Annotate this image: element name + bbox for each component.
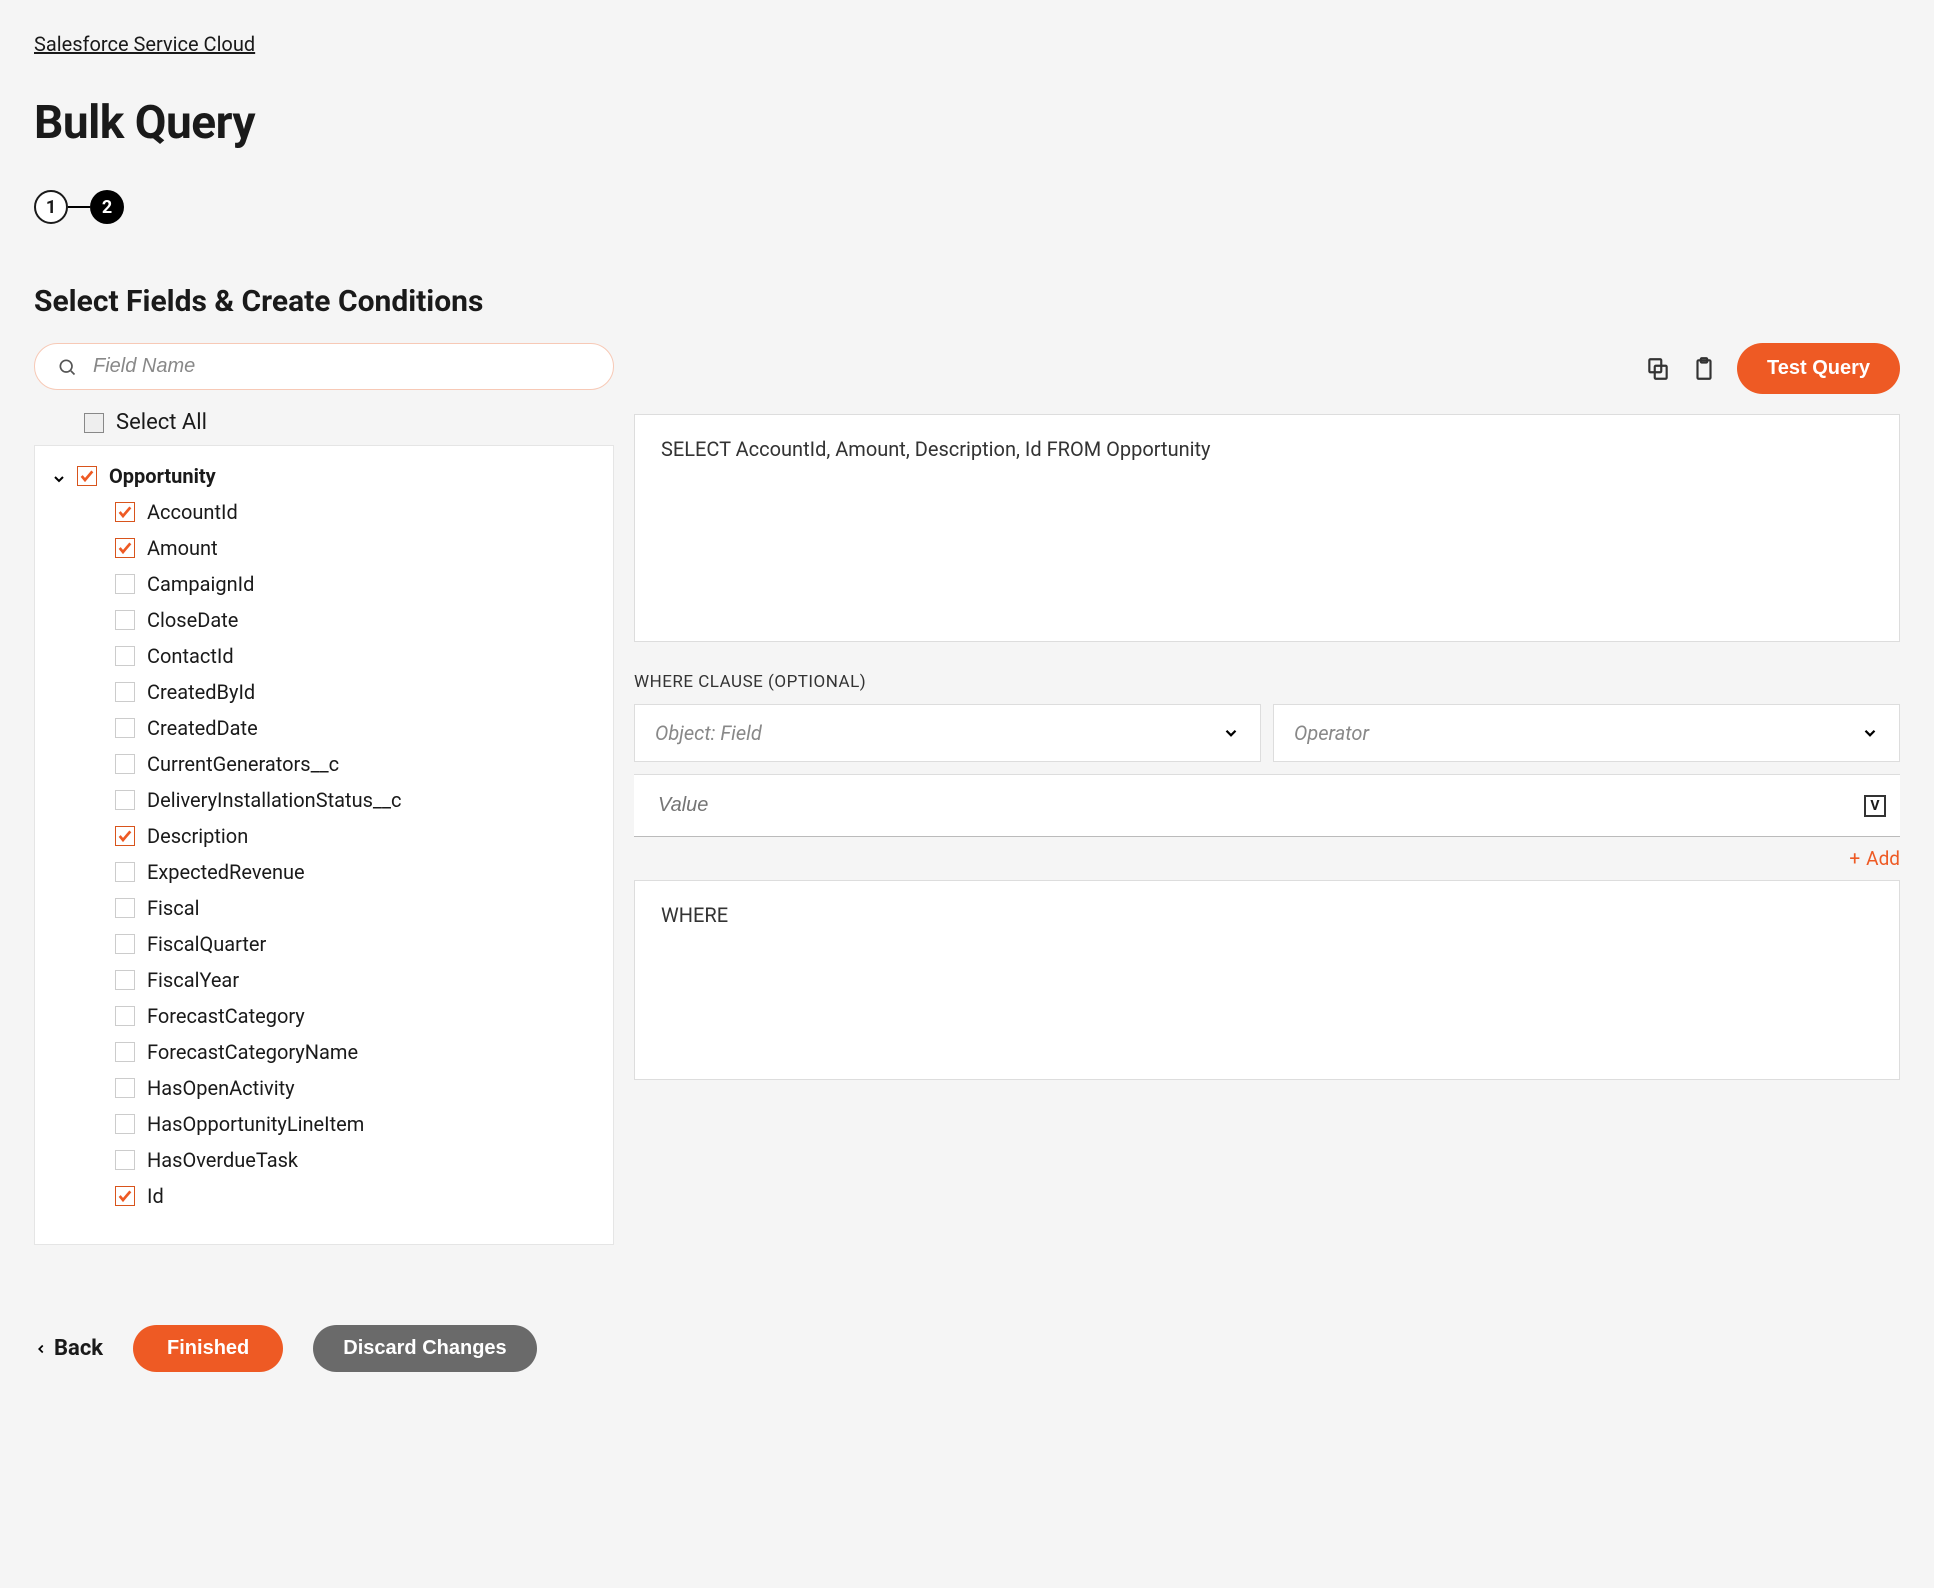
tree-item: ForecastCategory bbox=[115, 998, 597, 1034]
field-checkbox[interactable] bbox=[115, 1042, 135, 1062]
search-input[interactable] bbox=[91, 354, 591, 379]
step-2[interactable]: 2 bbox=[90, 190, 124, 224]
tree-item: CloseDate bbox=[115, 602, 597, 638]
field-checkbox[interactable] bbox=[115, 970, 135, 990]
field-label: CloseDate bbox=[147, 602, 238, 638]
field-checkbox[interactable] bbox=[115, 862, 135, 882]
field-checkbox[interactable] bbox=[115, 610, 135, 630]
select-all-label: Select All bbox=[116, 410, 207, 435]
field-checkbox[interactable] bbox=[115, 898, 135, 918]
value-input[interactable] bbox=[656, 793, 1864, 818]
where-clause-label: WHERE CLAUSE (OPTIONAL) bbox=[634, 672, 1900, 692]
field-label: Description bbox=[147, 818, 248, 854]
tree-item: ContactId bbox=[115, 638, 597, 674]
breadcrumb[interactable]: Salesforce Service Cloud bbox=[34, 32, 255, 56]
field-checkbox[interactable] bbox=[115, 1150, 135, 1170]
field-checkbox[interactable] bbox=[115, 790, 135, 810]
root-checkbox[interactable] bbox=[77, 466, 97, 486]
discard-changes-button[interactable]: Discard Changes bbox=[313, 1325, 536, 1372]
query-preview: SELECT AccountId, Amount, Description, I… bbox=[634, 414, 1900, 642]
field-label: Amount bbox=[147, 530, 218, 566]
tree-item: ForecastCategoryName bbox=[115, 1034, 597, 1070]
field-label: CreatedById bbox=[147, 674, 255, 710]
value-row[interactable]: V bbox=[634, 774, 1900, 837]
tree-item: CurrentGenerators__c bbox=[115, 746, 597, 782]
finished-button[interactable]: Finished bbox=[133, 1325, 283, 1372]
field-tree: Opportunity AccountIdAmountCampaignIdClo… bbox=[34, 445, 614, 1245]
search-icon bbox=[57, 357, 77, 377]
chevron-down-icon bbox=[1222, 724, 1240, 742]
operator-select[interactable]: Operator bbox=[1273, 704, 1900, 762]
tree-root-label: Opportunity bbox=[109, 464, 216, 488]
tree-item: CampaignId bbox=[115, 566, 597, 602]
field-label: ContactId bbox=[147, 638, 234, 674]
back-label: Back bbox=[54, 1336, 103, 1361]
field-label: AccountId bbox=[147, 494, 238, 530]
field-label: ForecastCategoryName bbox=[147, 1034, 358, 1070]
tree-item: Description bbox=[115, 818, 597, 854]
field-checkbox[interactable] bbox=[115, 754, 135, 774]
field-checkbox[interactable] bbox=[115, 1006, 135, 1026]
step-connector bbox=[68, 206, 90, 208]
tree-item: Amount bbox=[115, 530, 597, 566]
test-query-button[interactable]: Test Query bbox=[1737, 343, 1900, 394]
chevron-down-icon[interactable] bbox=[51, 468, 67, 484]
tree-item: FiscalQuarter bbox=[115, 926, 597, 962]
field-label: Fiscal bbox=[147, 890, 199, 926]
variable-icon[interactable]: V bbox=[1864, 795, 1886, 817]
field-label: DeliveryInstallationStatus__c bbox=[147, 782, 401, 818]
field-checkbox[interactable] bbox=[115, 1078, 135, 1098]
field-search[interactable] bbox=[34, 343, 614, 390]
operator-placeholder: Operator bbox=[1294, 721, 1369, 745]
field-label: ForecastCategory bbox=[147, 998, 305, 1034]
field-label: HasOpenActivity bbox=[147, 1070, 295, 1106]
add-label: Add bbox=[1866, 847, 1900, 870]
tree-item: HasOverdueTask bbox=[115, 1142, 597, 1178]
tree-item: DeliveryInstallationStatus__c bbox=[115, 782, 597, 818]
field-label: ExpectedRevenue bbox=[147, 854, 305, 890]
clipboard-icon[interactable] bbox=[1691, 356, 1717, 382]
page-title: Bulk Query bbox=[34, 96, 1900, 150]
field-checkbox[interactable] bbox=[115, 1186, 135, 1206]
field-checkbox[interactable] bbox=[115, 718, 135, 738]
field-checkbox[interactable] bbox=[115, 646, 135, 666]
object-field-placeholder: Object: Field bbox=[655, 721, 762, 745]
step-1[interactable]: 1 bbox=[34, 190, 68, 224]
chevron-left-icon bbox=[34, 1342, 48, 1356]
section-title: Select Fields & Create Conditions bbox=[34, 284, 1900, 319]
chevron-down-icon bbox=[1861, 724, 1879, 742]
object-field-select[interactable]: Object: Field bbox=[634, 704, 1261, 762]
field-checkbox[interactable] bbox=[115, 502, 135, 522]
plus-icon: + bbox=[1849, 847, 1860, 870]
tree-item: FiscalYear bbox=[115, 962, 597, 998]
field-checkbox[interactable] bbox=[115, 538, 135, 558]
tree-item: CreatedById bbox=[115, 674, 597, 710]
field-label: CurrentGenerators__c bbox=[147, 746, 339, 782]
tree-item: HasOpenActivity bbox=[115, 1070, 597, 1106]
field-label: HasOpportunityLineItem bbox=[147, 1106, 364, 1142]
field-label: HasOverdueTask bbox=[147, 1142, 298, 1178]
field-label: CampaignId bbox=[147, 566, 254, 602]
tree-item: CreatedDate bbox=[115, 710, 597, 746]
field-label: FiscalYear bbox=[147, 962, 239, 998]
tree-item: Fiscal bbox=[115, 890, 597, 926]
select-all-checkbox[interactable] bbox=[84, 413, 104, 433]
tree-item: ExpectedRevenue bbox=[115, 854, 597, 890]
stepper: 1 2 bbox=[34, 190, 1900, 224]
field-label: Id bbox=[147, 1178, 164, 1214]
copy-icon[interactable] bbox=[1645, 356, 1671, 382]
where-preview: WHERE bbox=[634, 880, 1900, 1080]
back-button[interactable]: Back bbox=[34, 1336, 103, 1361]
tree-item: HasOpportunityLineItem bbox=[115, 1106, 597, 1142]
tree-item: Id bbox=[115, 1178, 597, 1214]
field-checkbox[interactable] bbox=[115, 1114, 135, 1134]
tree-item: AccountId bbox=[115, 494, 597, 530]
field-checkbox[interactable] bbox=[115, 934, 135, 954]
field-checkbox[interactable] bbox=[115, 574, 135, 594]
field-label: CreatedDate bbox=[147, 710, 258, 746]
field-checkbox[interactable] bbox=[115, 682, 135, 702]
field-checkbox[interactable] bbox=[115, 826, 135, 846]
field-label: FiscalQuarter bbox=[147, 926, 266, 962]
add-condition-button[interactable]: + Add bbox=[634, 847, 1900, 870]
